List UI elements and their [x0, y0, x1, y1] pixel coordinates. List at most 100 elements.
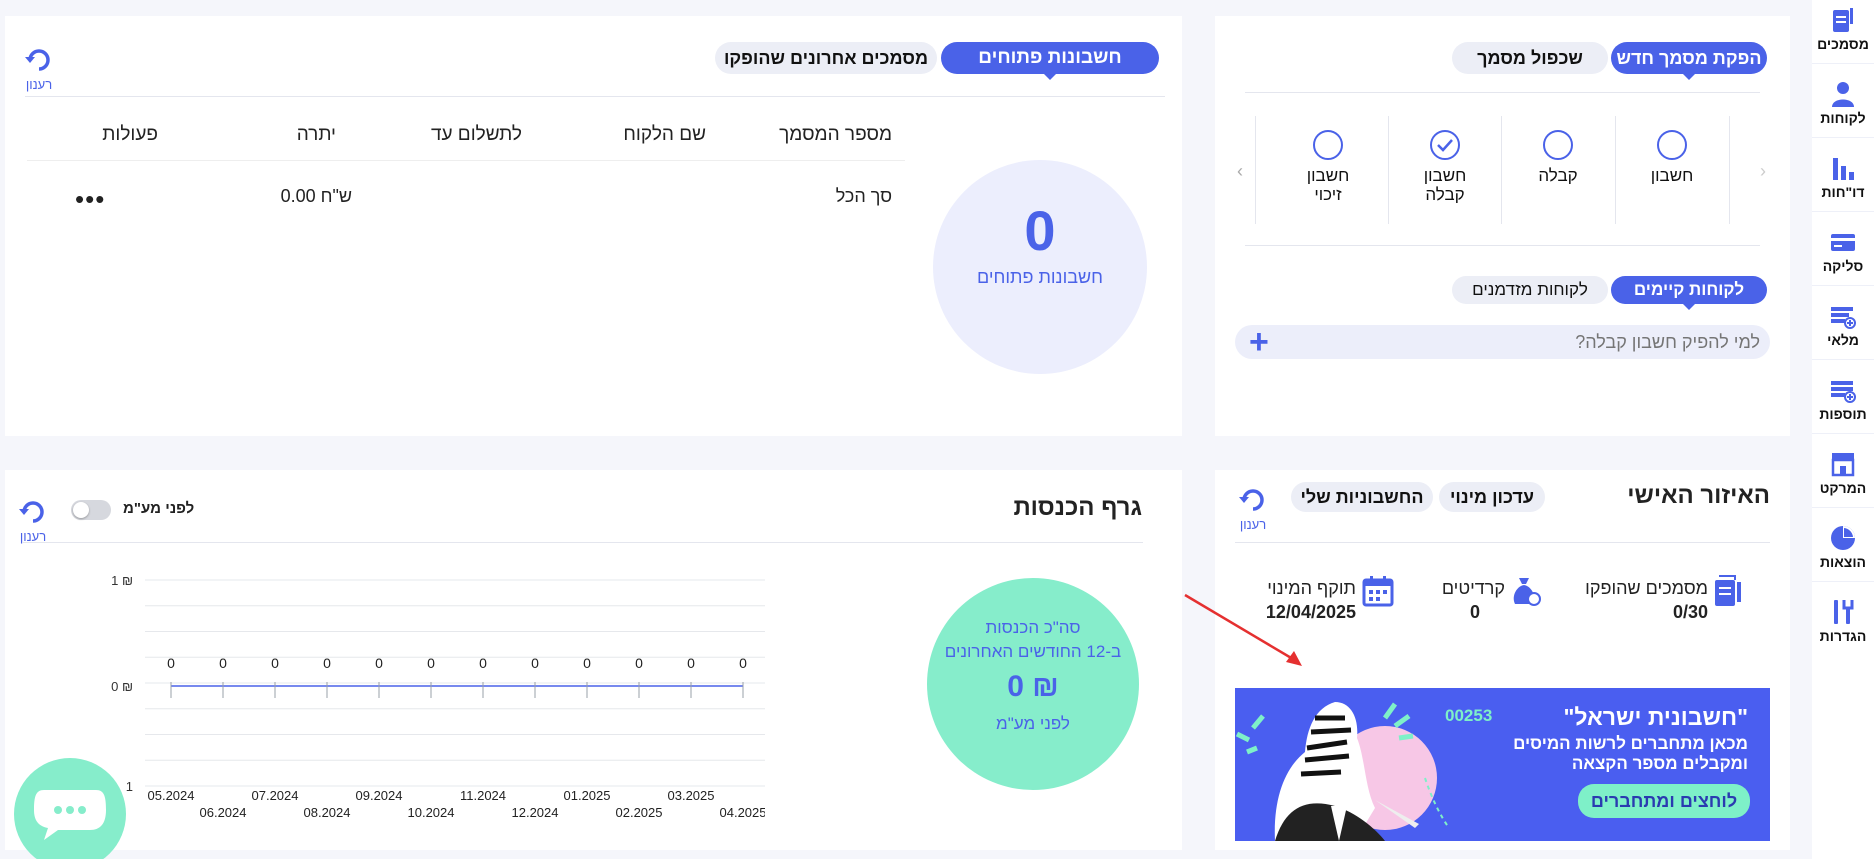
doc-type-label: חשבון זיכוי — [1306, 166, 1350, 204]
customer-search-input[interactable] — [1285, 325, 1760, 359]
sidebar-item-expenses[interactable]: הוצאות — [1812, 518, 1874, 582]
my-invoices-button[interactable]: החשבוניות שלי — [1291, 482, 1433, 512]
radio-icon — [1313, 130, 1343, 160]
sidebar-item-market[interactable]: המרקט — [1812, 444, 1874, 508]
tools-icon — [1834, 600, 1854, 624]
chat-icon — [34, 790, 106, 840]
sidebar-item-inventory[interactable]: מלאי — [1812, 296, 1874, 360]
doc-type-credit-invoice[interactable]: חשבון זיכוי — [1273, 124, 1383, 224]
x-tick-label: 11.2024 — [460, 788, 506, 803]
sidebar-item-label: סליקה — [1822, 258, 1864, 274]
inventory-icon — [1831, 307, 1856, 329]
add-ons-icon — [1831, 381, 1856, 403]
data-label: 0 — [635, 655, 643, 671]
chat-button[interactable] — [14, 758, 126, 859]
banner-cta-button[interactable]: לוחצים ומתחברים — [1578, 784, 1750, 818]
data-label: 0 — [531, 655, 539, 671]
chart-svg: 1 ₪ 0 ₪ 1 0 0 0 0 0 0 0 0 0 0 0 0 05.2024 06.2024 07.2024… — [111, 573, 766, 820]
calendar-icon — [1362, 576, 1394, 607]
sidebar-item-customers[interactable]: לקוחות — [1812, 74, 1874, 138]
doc-type-label: קבלה — [1538, 166, 1578, 185]
open-accounts-count: 0 — [1024, 199, 1056, 262]
income-summary-line1: סה"כ הכנסות — [985, 618, 1081, 637]
refresh-icon — [19, 501, 44, 523]
x-tick-label: 12.2024 — [512, 805, 559, 820]
credit-card-icon — [1831, 234, 1855, 251]
x-tick-label: 04.2025 — [720, 805, 766, 820]
data-label: 0 — [219, 655, 227, 671]
document-icon — [1833, 8, 1853, 32]
refresh-icon — [1239, 489, 1264, 511]
divider — [25, 96, 1165, 97]
total-label: סך הכל — [835, 186, 892, 206]
stat-value: 0 — [1469, 602, 1480, 622]
tab-new-document[interactable]: הפקת מסמך חדש — [1611, 42, 1767, 80]
sidebar: מסמכים לקוחות דו"חות סליקה מלאי תוספות ה… — [1812, 0, 1874, 859]
x-tick-label: 05.2024 — [148, 788, 195, 803]
tab-open-accounts[interactable]: חשבונות פתוחים — [941, 42, 1159, 80]
income-summary-amount: 0 ₪ — [1007, 670, 1059, 703]
tab-existing-customers[interactable]: לקוחות קיימים — [1611, 276, 1767, 310]
income-chart-title: גרף הכנסות — [1013, 494, 1142, 521]
vat-toggle[interactable] — [71, 500, 111, 520]
separator — [1729, 116, 1730, 224]
doc-type-invoice[interactable]: חשבון — [1617, 124, 1727, 224]
sidebar-item-clearing[interactable]: סליקה — [1812, 222, 1874, 286]
annotation-arrow-icon — [1184, 593, 1302, 666]
x-tick-label: 07.2024 — [252, 788, 299, 803]
refresh-label: רענון — [1239, 517, 1267, 532]
stat-label: מסמכים שהופקו — [1585, 578, 1708, 598]
banner-title: "חשבונית ישראל" — [1563, 704, 1749, 730]
tab-duplicate-document[interactable]: שכפול מסמך — [1452, 42, 1608, 74]
doc-type-label: חשבון קבלה — [1423, 166, 1467, 204]
carousel-prev-icon[interactable]: ‹ — [1237, 161, 1243, 182]
radio-icon — [1657, 130, 1687, 160]
doc-type-invoice-receipt[interactable]: חשבון קבלה — [1390, 124, 1500, 224]
separator — [1255, 116, 1256, 224]
banner-line2: ומקבלים מספר הקצאה — [1571, 754, 1748, 773]
refresh-button[interactable]: רענון — [19, 46, 59, 92]
tab-recent-documents[interactable]: מסמכים אחרונים שהופקו — [715, 42, 937, 74]
doc-type-receipt[interactable]: קבלה — [1503, 124, 1613, 224]
more-actions-icon[interactable]: ••• — [75, 186, 105, 212]
pie-chart-icon — [1831, 526, 1855, 550]
refresh-button[interactable]: רענון — [1233, 486, 1273, 532]
data-label: 0 — [427, 655, 435, 671]
divider — [23, 542, 1143, 543]
total-balance: 0.00 ש"ח — [280, 186, 352, 206]
tax-authority-banner[interactable]: 00253 "חשבונית ישראל" מכאן מתחברים לרשות… — [1235, 688, 1770, 841]
sidebar-item-documents[interactable]: מסמכים — [1812, 0, 1874, 64]
income-summary-line2: ב-12 החודשים האחרונים — [944, 642, 1122, 661]
data-label: 0 — [323, 655, 331, 671]
income-line-chart: 1 ₪ 0 ₪ 1 0 0 0 0 0 0 0 0 0 0 0 0 05.2024 06.2024 07.2024… — [85, 570, 766, 820]
sidebar-item-label: המרקט — [1819, 480, 1867, 496]
sidebar-item-label: הוצאות — [1819, 554, 1867, 570]
column-header-balance: יתרה — [296, 124, 336, 145]
money-bag-icon — [1513, 578, 1541, 606]
add-customer-icon[interactable]: + — [1249, 325, 1269, 359]
divider — [1245, 92, 1760, 93]
carousel-next-icon[interactable]: › — [1760, 161, 1766, 182]
income-summary-note: לפני מע"מ — [996, 714, 1070, 733]
banner-code: 00253 — [1445, 706, 1493, 725]
x-tick-label: 09.2024 — [356, 788, 403, 803]
zebra-illustration-icon — [1235, 702, 1450, 841]
sidebar-item-addons[interactable]: תוספות — [1812, 370, 1874, 434]
doc-type-label: חשבון — [1650, 166, 1694, 185]
update-subscription-button[interactable]: עדכון מינוי — [1439, 482, 1545, 512]
divider — [1235, 542, 1770, 543]
sidebar-item-reports[interactable]: דו"חות — [1812, 148, 1874, 212]
stat-label: קרדיטים — [1441, 578, 1505, 598]
tab-occasional-customers[interactable]: לקוחות מזדמנים — [1452, 276, 1608, 304]
bar-chart-icon — [1833, 158, 1854, 180]
x-tick-label: 08.2024 — [304, 805, 351, 820]
sidebar-item-label: דו"חות — [1821, 184, 1865, 200]
separator — [1501, 116, 1502, 224]
sidebar-item-settings[interactable]: הגדרות — [1812, 592, 1874, 656]
new-document-panel: הפקת מסמך חדש שכפול מסמך › ‹ חשבון קבלה … — [1215, 16, 1790, 436]
stat-value: 0/30 — [1672, 602, 1708, 622]
sidebar-item-label: מסמכים — [1817, 36, 1869, 52]
refresh-button[interactable]: רענון — [13, 498, 53, 544]
open-accounts-panel: חשבונות פתוחים מסמכים אחרונים שהופקו רענ… — [5, 16, 1182, 436]
refresh-label: רענון — [25, 77, 53, 92]
